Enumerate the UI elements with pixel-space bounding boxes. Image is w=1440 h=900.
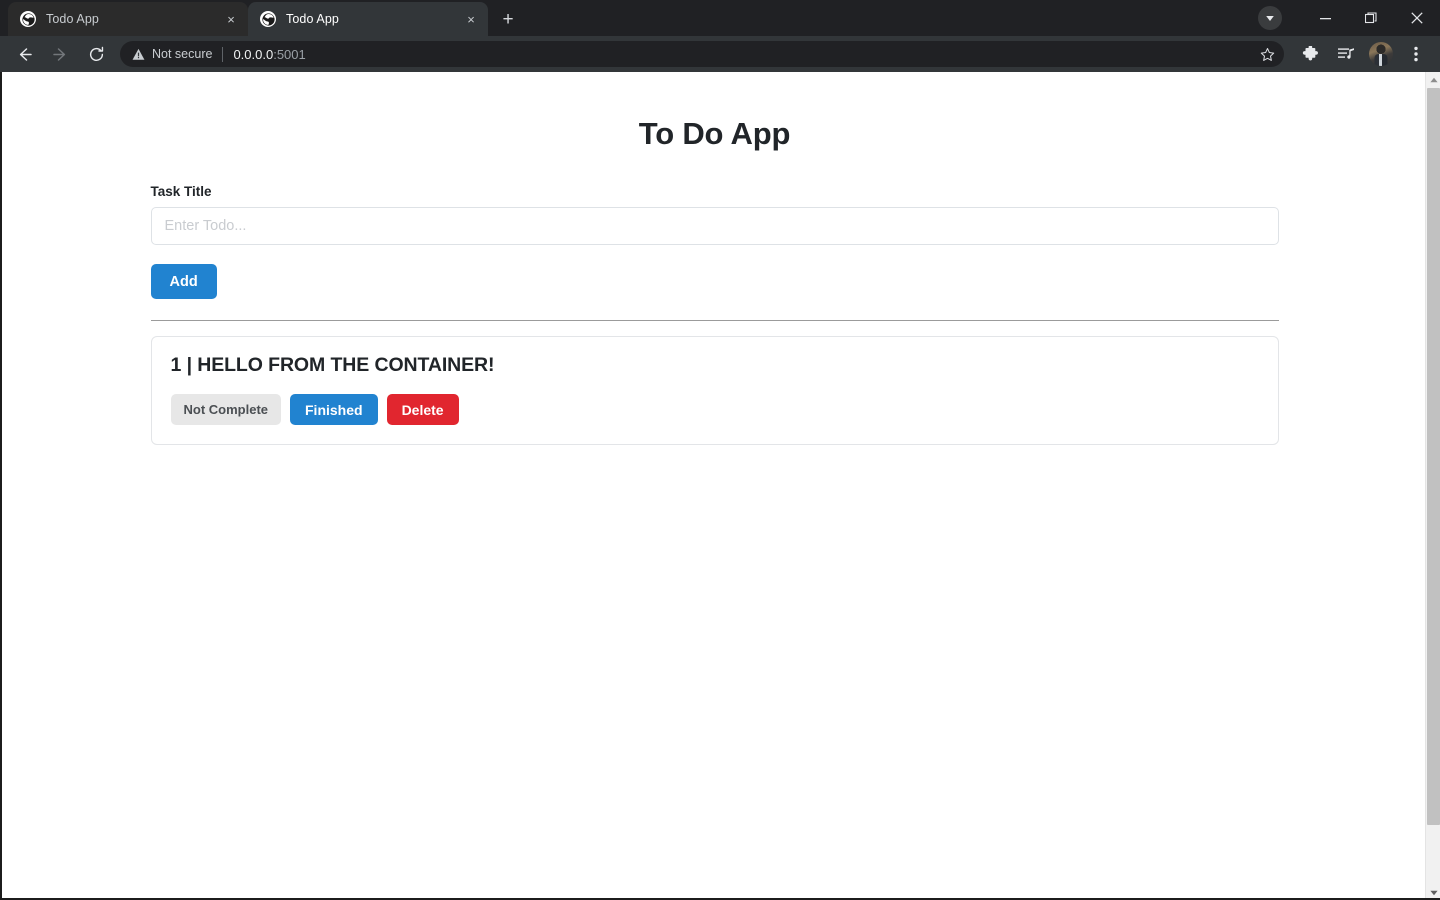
restore-window-button[interactable] (1348, 0, 1394, 36)
media-playlist-icon[interactable] (1331, 39, 1361, 69)
url-port: :5001 (273, 46, 306, 62)
omnibox-divider (222, 46, 224, 62)
back-button[interactable] (9, 39, 39, 69)
warning-triangle-icon (132, 48, 145, 60)
todo-app-page: To Do App Task Title Add 1 | HELLO FROM … (2, 72, 1427, 898)
delete-button[interactable]: Delete (386, 394, 459, 425)
forward-button[interactable] (45, 39, 75, 69)
bookmark-star-icon[interactable] (1256, 43, 1278, 65)
extensions-puzzle-icon[interactable] (1295, 39, 1325, 69)
finished-button[interactable]: Finished (290, 394, 378, 425)
url-host: 0.0.0.0 (233, 46, 274, 62)
tab-title: Todo App (286, 12, 339, 26)
reload-button[interactable] (81, 39, 111, 69)
status-badge-button[interactable]: Not Complete (170, 394, 281, 425)
page-viewport: To Do App Task Title Add 1 | HELLO FROM … (0, 72, 1440, 900)
address-bar[interactable]: Not secure 0.0.0.0:5001 (120, 41, 1284, 67)
close-icon[interactable]: × (222, 10, 240, 28)
browser-tab-2[interactable]: Todo App × (248, 2, 488, 36)
scroll-up-arrow-icon[interactable] (1426, 72, 1440, 87)
tab-strip: Todo App × Todo App × + (0, 0, 1440, 36)
tab-title: Todo App (46, 12, 99, 26)
url-text: 0.0.0.0:5001 (233, 47, 305, 62)
globe-icon (20, 11, 36, 27)
todo-card: 1 | HELLO FROM THE CONTAINER! Not Comple… (150, 336, 1279, 445)
scroll-down-arrow-icon[interactable] (1426, 885, 1440, 898)
browser-tab-1[interactable]: Todo App × (8, 2, 248, 36)
browser-window: Todo App × Todo App × + Not secure 0.0.0… (0, 0, 1440, 900)
todo-actions: Not Complete Finished Delete (170, 394, 1259, 425)
page-container: To Do App Task Title Add 1 | HELLO FROM … (150, 72, 1279, 445)
close-icon[interactable]: × (462, 10, 480, 28)
profile-avatar[interactable] (1369, 42, 1393, 66)
window-controls (1258, 0, 1440, 36)
minimize-button[interactable] (1302, 0, 1348, 36)
new-tab-button[interactable]: + (494, 5, 522, 33)
security-status[interactable]: Not secure (132, 47, 212, 61)
browser-toolbar: Not secure 0.0.0.0:5001 (0, 36, 1440, 72)
section-divider (150, 320, 1279, 321)
close-window-button[interactable] (1394, 0, 1440, 36)
todo-input[interactable] (150, 207, 1279, 245)
download-indicator-icon[interactable] (1258, 6, 1282, 30)
todo-title: 1 | HELLO FROM THE CONTAINER! (170, 354, 495, 376)
security-status-text: Not secure (152, 47, 213, 61)
scrollbar-thumb[interactable] (1427, 88, 1440, 825)
task-title-label: Task Title (150, 184, 212, 199)
vertical-scrollbar[interactable] (1425, 72, 1440, 898)
globe-icon (260, 11, 276, 27)
page-title: To Do App (638, 116, 791, 151)
add-button[interactable]: Add (150, 264, 217, 299)
chrome-menu-icon[interactable] (1401, 39, 1431, 69)
